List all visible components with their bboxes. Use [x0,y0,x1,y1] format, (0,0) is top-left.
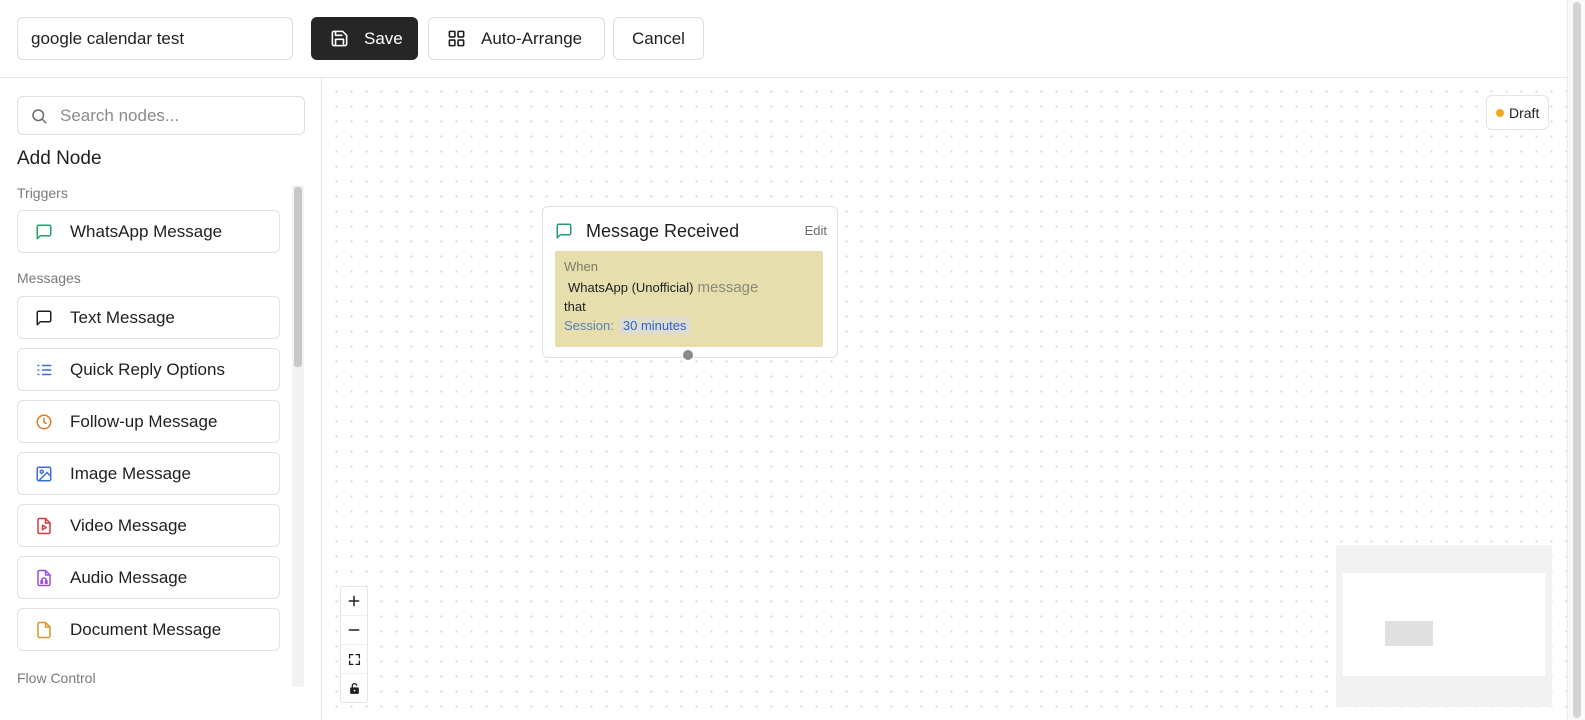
cancel-button[interactable]: Cancel [613,17,704,60]
auto-arrange-button[interactable]: Auto-Arrange [428,17,605,60]
save-label: Save [364,28,403,48]
node-item-label: WhatsApp Message [70,221,223,241]
node-item-label: Video Message [70,515,187,535]
node-item-label: Document Message [70,619,222,639]
plus-icon [347,594,361,608]
node-item-quick-reply-options[interactable]: Quick Reply Options [17,348,280,391]
flow-node-message-received[interactable]: Message Received Edit When WhatsApp (Uno… [542,206,838,358]
flow-node-header: Message Received Edit [555,219,827,243]
session-value: 30 minutes [618,317,691,334]
sidebar-scrollbar[interactable] [292,185,304,687]
node-item-whatsapp-message[interactable]: WhatsApp Message [17,210,280,253]
node-search [17,96,305,135]
that-label: that [564,299,586,314]
search-input[interactable] [60,105,280,126]
status-label: Draft [1509,104,1540,121]
node-item-label: Text Message [70,307,175,327]
flow-node-title: Message Received [586,220,740,241]
add-node-title: Add Node [17,148,102,169]
message-square-icon [555,222,573,240]
when-label: When [564,259,598,274]
node-item-label: Audio Message [70,567,188,587]
node-item-text-message[interactable]: Text Message [17,296,280,339]
lock-icon [348,682,361,695]
status-dot-icon [1496,108,1504,117]
section-triggers: Triggers [17,185,68,201]
minimap[interactable] [1336,545,1552,707]
flow-node-body: When WhatsApp (Unofficial) message that … [555,251,823,347]
auto-arrange-label: Auto-Arrange [481,28,583,48]
fit-view-button[interactable] [341,645,367,674]
flow-node-edit-button[interactable]: Edit [805,223,827,238]
flow-canvas[interactable]: Draft Message Received Edit When WhatsAp… [323,78,1567,720]
window-scrollbar[interactable] [1567,0,1585,720]
top-toolbar: Save Auto-Arrange Cancel [0,0,1585,78]
file-video-icon [35,517,53,535]
image-icon [35,465,53,483]
cancel-label: Cancel [632,28,685,48]
minimap-viewport [1343,573,1545,676]
file-icon [35,621,53,639]
node-output-handle[interactable] [683,350,693,360]
flow-name-input[interactable] [17,17,293,60]
node-item-document-message[interactable]: Document Message [17,608,280,651]
window-scrollbar-thumb[interactable] [1573,2,1581,718]
section-messages: Messages [17,270,81,286]
grid-icon [446,29,466,49]
fit-view-icon [348,653,361,666]
section-flow-control: Flow Control [17,670,96,686]
minimap-node [1385,621,1433,646]
zoom-in-button[interactable] [341,587,367,616]
node-sidebar: Add Node Triggers WhatsApp Message Messa… [0,78,322,720]
save-icon [329,29,349,49]
platform-label: WhatsApp (Unofficial) [568,280,694,295]
node-item-audio-message[interactable]: Audio Message [17,556,280,599]
minus-icon [347,623,361,637]
session-row: Session: 30 minutes [564,317,814,334]
node-item-label: Follow-up Message [70,411,218,431]
file-audio-icon [35,569,53,587]
clock-icon [35,413,53,431]
zoom-out-button[interactable] [341,616,367,645]
status-badge: Draft [1486,95,1550,130]
sidebar-scrollbar-thumb[interactable] [294,187,302,367]
trigger-condition: WhatsApp (Unofficial) message [564,279,814,296]
node-item-video-message[interactable]: Video Message [17,504,280,547]
message-word: message [697,279,759,296]
message-square-icon [35,309,53,327]
save-button[interactable]: Save [311,17,418,60]
lock-button[interactable] [341,674,367,703]
search-icon [30,107,48,125]
node-item-follow-up-message[interactable]: Follow-up Message [17,400,280,443]
message-square-icon [35,223,53,241]
list-icon [35,361,53,379]
node-item-label: Quick Reply Options [70,359,225,379]
node-item-label: Image Message [70,463,191,483]
session-label: Session: [564,318,614,333]
node-item-image-message[interactable]: Image Message [17,452,280,495]
zoom-controls [340,586,368,703]
